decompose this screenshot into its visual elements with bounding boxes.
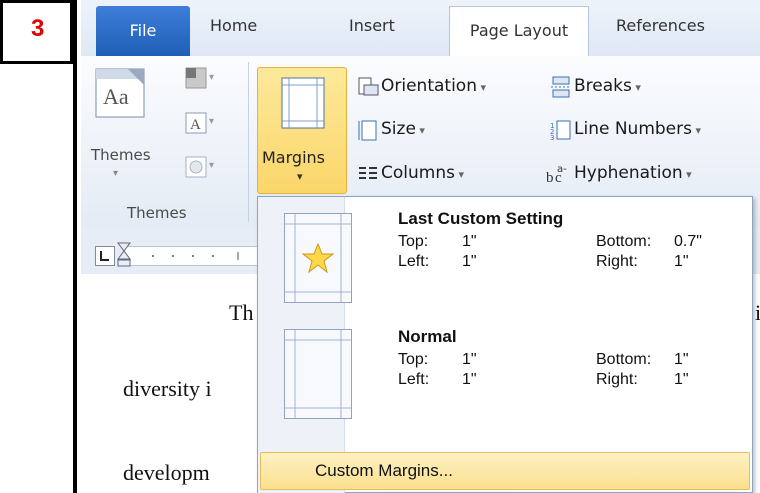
top-value: 1" — [462, 351, 477, 368]
line-numbers-button[interactable]: Line Numbers ▾ — [574, 119, 701, 139]
margins-dropdown-arrow-icon: ▾ — [297, 170, 303, 183]
document-text-line: diversity i — [123, 376, 212, 401]
star-page-icon — [284, 213, 352, 303]
orientation-icon[interactable] — [357, 76, 379, 98]
columns-label: Columns — [381, 163, 455, 183]
tab-selector-icon[interactable] — [95, 246, 115, 266]
right-value: 1" — [674, 371, 689, 388]
orientation-label: Orientation — [381, 76, 477, 96]
word-window: File Home Insert Page Layout References … — [73, 0, 760, 493]
size-button[interactable]: Size ▾ — [381, 119, 425, 139]
tab-references[interactable]: References — [616, 16, 705, 35]
orientation-button[interactable]: Orientation ▾ — [381, 76, 486, 96]
right-label: Right: — [596, 371, 638, 388]
left-label: Left: — [398, 371, 430, 388]
svg-text:▾: ▾ — [209, 72, 214, 83]
bottom-label: Bottom: — [596, 233, 652, 250]
hyphenation-button[interactable]: Hyphenation ▾ — [574, 163, 692, 183]
top-value: 1" — [462, 233, 477, 250]
hyphenation-icon[interactable]: b c a- — [546, 162, 572, 186]
ruler-track — [123, 246, 263, 266]
tab-insert[interactable]: Insert — [349, 16, 395, 35]
svg-text:Aa: Aa — [103, 84, 129, 109]
theme-fonts-icon[interactable]: A ▾ — [185, 110, 217, 140]
right-value: 1" — [674, 253, 689, 270]
left-value: 1" — [462, 253, 477, 270]
group-divider — [248, 62, 249, 222]
columns-icon[interactable] — [357, 163, 379, 185]
themes-group-label: Themes — [127, 204, 187, 222]
themes-icon[interactable]: Aa — [95, 68, 145, 118]
left-label: Left: — [398, 253, 430, 270]
svg-text:b: b — [546, 170, 554, 186]
margins-label: Margins — [262, 148, 325, 167]
page-margins-icon — [284, 329, 352, 419]
svg-text:a-: a- — [557, 164, 567, 175]
margins-icon — [280, 76, 326, 130]
preset-title: Normal — [398, 327, 457, 346]
ribbon-tab-bar: File Home Insert Page Layout References — [81, 0, 760, 57]
svg-text:▾: ▾ — [209, 116, 214, 127]
size-icon[interactable] — [357, 119, 379, 141]
tab-home[interactable]: Home — [210, 16, 257, 35]
preset-title: Last Custom Setting — [398, 209, 564, 228]
svg-text:3: 3 — [550, 134, 554, 141]
theme-effects-icon[interactable]: ▾ — [185, 154, 217, 184]
step-number-badge: 3 — [0, 0, 73, 64]
left-value: 1" — [462, 371, 477, 388]
svg-text:A: A — [190, 117, 201, 133]
breaks-label: Breaks — [574, 76, 632, 96]
svg-text:▾: ▾ — [209, 160, 214, 171]
bottom-value: 1" — [674, 351, 689, 368]
themes-dropdown-arrow-icon[interactable]: ▾ — [113, 168, 118, 179]
margins-dropdown-menu: Last Custom Setting Top: 1" Bottom: 0.7"… — [257, 196, 753, 493]
tab-file[interactable]: File — [96, 6, 190, 56]
margins-button[interactable]: Margins ▾ — [257, 67, 347, 194]
document-text-line: i — [755, 300, 760, 326]
breaks-icon[interactable] — [550, 76, 572, 98]
margin-preset-last-custom[interactable]: Last Custom Setting Top: 1" Bottom: 0.7"… — [260, 201, 750, 309]
top-label: Top: — [398, 233, 429, 250]
step-number: 3 — [31, 15, 45, 42]
top-label: Top: — [398, 351, 429, 368]
custom-margins-menu-item[interactable]: Custom Margins... — [260, 452, 750, 490]
theme-colors-icon[interactable]: ▾ — [185, 66, 217, 96]
margin-preset-normal[interactable]: Normal Top: 1" Bottom: 1" Left: 1" Right… — [260, 317, 750, 433]
indent-marker-icon[interactable] — [117, 242, 131, 268]
bottom-value: 0.7" — [674, 233, 702, 250]
tab-page-layout[interactable]: Page Layout — [449, 6, 589, 57]
breaks-button[interactable]: Breaks ▾ — [574, 76, 641, 96]
bottom-label: Bottom: — [596, 351, 652, 368]
hyphenation-label: Hyphenation — [574, 163, 683, 183]
custom-margins-label: Custom Margins... — [315, 461, 453, 480]
size-label: Size — [381, 119, 416, 139]
line-numbers-icon[interactable]: 123 — [550, 119, 572, 142]
right-label: Right: — [596, 253, 638, 270]
document-text-line: Th — [229, 300, 254, 325]
line-numbers-label: Line Numbers — [574, 119, 692, 139]
document-text-line: developm — [123, 460, 210, 485]
themes-button-label[interactable]: Themes — [91, 146, 151, 164]
columns-button[interactable]: Columns ▾ — [381, 163, 464, 183]
